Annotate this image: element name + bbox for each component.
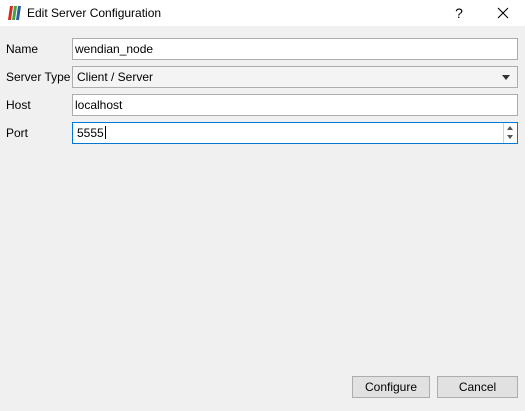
port-spinbox[interactable]: 5555 bbox=[72, 122, 518, 144]
server-type-value: Client / Server bbox=[77, 70, 154, 84]
port-label: Port bbox=[6, 126, 29, 140]
host-value: localhost bbox=[75, 98, 123, 112]
text-cursor bbox=[104, 126, 106, 139]
spin-up-icon[interactable] bbox=[504, 123, 517, 133]
server-type-label: Server Type bbox=[6, 70, 71, 84]
configure-button[interactable]: Configure bbox=[352, 376, 430, 398]
chevron-down-icon bbox=[502, 75, 510, 80]
title-bar: Edit Server Configuration ? bbox=[0, 0, 525, 26]
close-button[interactable] bbox=[481, 0, 525, 26]
spin-buttons bbox=[503, 123, 517, 143]
paraview-logo-icon bbox=[8, 6, 21, 20]
name-label: Name bbox=[6, 42, 39, 56]
edit-server-configuration-dialog: Edit Server Configuration ? Name wendian… bbox=[0, 0, 525, 411]
host-input[interactable]: localhost bbox=[72, 94, 518, 116]
server-type-select[interactable]: Client / Server bbox=[72, 66, 518, 88]
help-button[interactable]: ? bbox=[437, 0, 481, 26]
close-icon bbox=[497, 7, 509, 19]
port-value: 5555 bbox=[77, 126, 104, 140]
host-label: Host bbox=[6, 98, 31, 112]
spin-down-icon[interactable] bbox=[504, 133, 517, 143]
window-title: Edit Server Configuration bbox=[27, 6, 162, 20]
name-value: wendian_node bbox=[75, 42, 154, 56]
cancel-button[interactable]: Cancel bbox=[437, 376, 518, 398]
name-input[interactable]: wendian_node bbox=[72, 38, 518, 60]
help-label: ? bbox=[455, 5, 463, 21]
